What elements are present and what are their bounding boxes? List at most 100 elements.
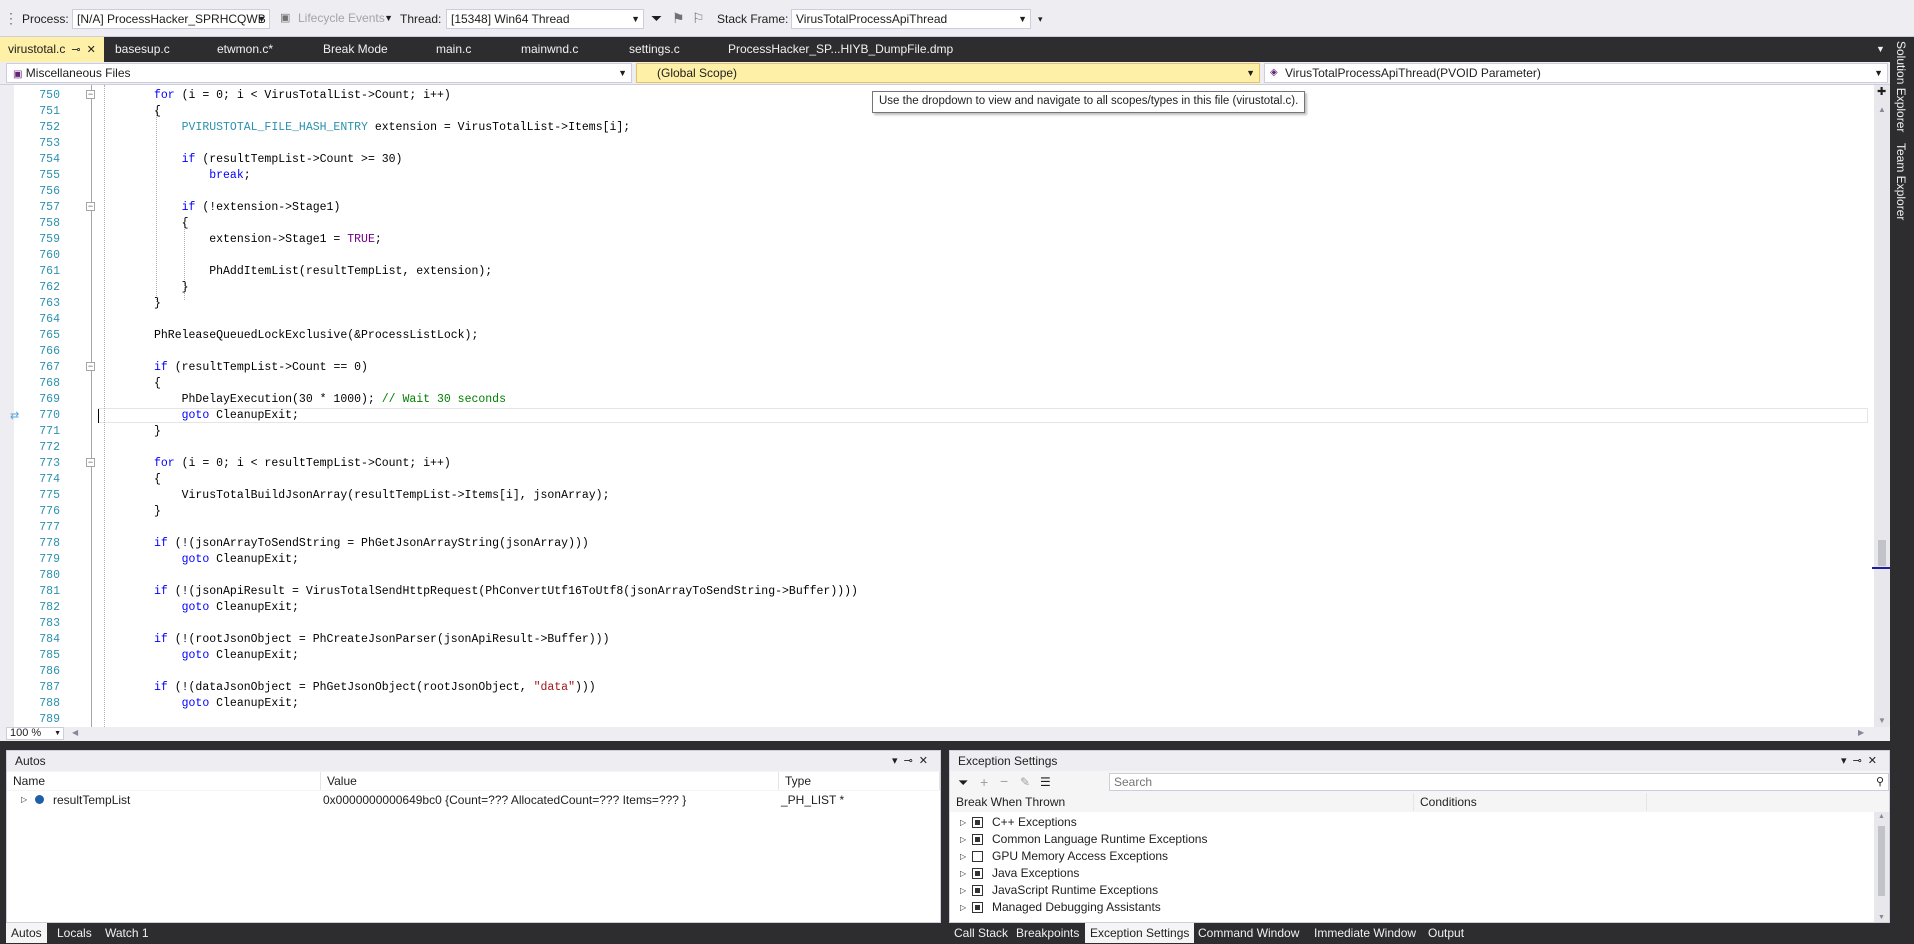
scroll-left-icon[interactable]: ◀ — [72, 728, 78, 737]
toolbar-overflow-icon[interactable]: ▾ — [1038, 14, 1043, 25]
expand-icon[interactable]: ▷ — [21, 791, 27, 809]
exception-label: Common Language Runtime Exceptions — [992, 832, 1208, 846]
exception-checkbox[interactable] — [972, 834, 983, 845]
column-header-break-when-thrown[interactable]: Break When Thrown — [950, 793, 1414, 811]
column-header-name[interactable]: Name — [7, 772, 321, 790]
tab-watch-1[interactable]: Watch 1 — [100, 923, 154, 943]
tab-exception-settings[interactable]: Exception Settings — [1085, 923, 1195, 943]
tab-locals[interactable]: Locals — [52, 923, 97, 943]
column-header-type[interactable]: Type — [779, 772, 940, 790]
exception-list-scrollbar[interactable]: ▲ ▼ — [1874, 812, 1889, 922]
line-number: 785 — [39, 649, 60, 662]
column-header-value[interactable]: Value — [321, 772, 779, 790]
collapse-icon[interactable]: − — [86, 202, 95, 211]
line-number: 780 — [39, 569, 60, 582]
solution-explorer-tab[interactable]: Solution Explorer — [1894, 41, 1908, 132]
exception-search-input[interactable]: ⚲ — [1109, 773, 1889, 791]
editor-vertical-scrollbar[interactable]: ✚ ▲ ▼ — [1874, 85, 1890, 727]
edit-conditions-icon[interactable]: ✎ — [1020, 775, 1030, 789]
split-icon[interactable]: ✚ — [1877, 85, 1886, 98]
window-position-icon[interactable]: ▾ — [892, 755, 904, 767]
tab-label: Break Mode — [323, 42, 388, 56]
list-item[interactable]: ▷ GPU Memory Access Exceptions — [950, 848, 1874, 865]
tab-label: main.c — [436, 42, 472, 56]
tab-breakpoints[interactable]: Breakpoints — [1011, 923, 1084, 943]
scroll-up-icon[interactable]: ▲ — [1878, 813, 1885, 820]
tab-output[interactable]: Output — [1423, 923, 1469, 943]
exception-checkbox[interactable] — [972, 851, 983, 862]
scroll-down-icon[interactable]: ▼ — [1878, 914, 1885, 921]
tab-dumpfile[interactable]: ProcessHacker_SP...HIYB_DumpFile.dmp — [728, 37, 953, 62]
scroll-down-icon[interactable]: ▼ — [1878, 716, 1886, 725]
thread-dropdown[interactable]: [15348] Win64 Thread ▼ — [446, 9, 644, 29]
code-line: goto CleanupExit; — [181, 409, 299, 422]
tab-etwmon-c[interactable]: etwmon.c* — [217, 37, 273, 62]
line-number: 765 — [39, 329, 60, 342]
tab-immediate-window[interactable]: Immediate Window — [1309, 923, 1421, 943]
show-flagged-icon[interactable]: ⚐ — [692, 10, 705, 27]
list-item[interactable]: ▷ Managed Debugging Assistants — [950, 899, 1874, 916]
project-dropdown[interactable]: ▣ Miscellaneous Files ▼ — [6, 63, 632, 83]
filter-icon[interactable]: ⏷ — [651, 10, 662, 27]
member-dropdown[interactable]: ◈ VirusTotalProcessApiThread(PVOID Param… — [1264, 63, 1888, 83]
tab-virustotal-c[interactable]: virustotal.c ⊸ ✕ — [0, 37, 104, 62]
tab-main-c[interactable]: main.c — [436, 37, 471, 62]
filter-icon[interactable]: ⏷ — [958, 775, 968, 791]
lifecycle-events-dropdown[interactable]: Lifecycle Events ▼ — [294, 9, 396, 29]
exception-checkbox[interactable] — [972, 868, 983, 879]
list-item[interactable]: ▷ Java Exceptions — [950, 865, 1874, 882]
collapse-icon[interactable]: − — [86, 458, 95, 467]
exception-search-field[interactable] — [1114, 775, 1854, 789]
flag-threads-icon[interactable]: ⚑ — [672, 10, 685, 27]
team-explorer-tab[interactable]: Team Explorer — [1894, 143, 1908, 220]
pin-icon[interactable]: ⊸ — [71, 44, 80, 56]
exception-checkbox[interactable] — [972, 885, 983, 896]
scroll-thumb[interactable] — [1878, 826, 1885, 896]
tab-command-window[interactable]: Command Window — [1193, 923, 1304, 943]
column-header-conditions[interactable]: Conditions — [1414, 793, 1647, 811]
remove-icon[interactable]: − — [1000, 773, 1008, 789]
exception-checkbox[interactable] — [972, 817, 983, 828]
code-line: if (!extension->Stage1) — [181, 201, 341, 214]
tab-call-stack[interactable]: Call Stack — [949, 923, 1013, 943]
scroll-thumb[interactable] — [1878, 540, 1886, 566]
scroll-right-icon[interactable]: ▶ — [1858, 728, 1864, 737]
list-item[interactable]: ▷ C++ Exceptions — [950, 814, 1874, 831]
zoom-dropdown[interactable]: 100 % ▼ — [6, 727, 64, 740]
scroll-up-icon[interactable]: ▲ — [1878, 105, 1886, 114]
close-icon[interactable]: ✕ — [919, 755, 934, 767]
expand-icon[interactable]: ▷ — [960, 865, 966, 882]
pin-icon[interactable]: ⊸ — [904, 755, 919, 767]
expand-icon[interactable]: ▷ — [960, 814, 966, 831]
window-position-icon[interactable]: ▾ — [1841, 755, 1853, 767]
stack-frame-dropdown[interactable]: VirusTotalProcessApiThread ▼ — [791, 9, 1031, 29]
close-icon[interactable]: ✕ — [87, 44, 96, 56]
tab-settings-c[interactable]: settings.c — [629, 37, 680, 62]
add-icon[interactable]: + — [980, 774, 988, 790]
autos-row-value[interactable]: 0x0000000000649bc0 {Count=??? AllocatedC… — [323, 791, 686, 809]
collapse-icon[interactable]: − — [86, 362, 95, 371]
autos-row-type: _PH_LIST * — [781, 793, 845, 807]
scope-dropdown[interactable]: (Global Scope) ▼ — [636, 63, 1260, 83]
line-number: 751 — [39, 105, 60, 118]
tab-autos[interactable]: Autos — [6, 923, 47, 943]
expand-icon[interactable]: ▷ — [960, 882, 966, 899]
restore-defaults-icon[interactable]: ☰ — [1040, 775, 1051, 789]
tab-mainwnd-c[interactable]: mainwnd.c — [521, 37, 578, 62]
pin-icon[interactable]: ⊸ — [1853, 755, 1868, 767]
expand-icon[interactable]: ▷ — [960, 899, 966, 916]
search-icon[interactable]: ⚲ — [1876, 775, 1884, 788]
tab-basesup-c[interactable]: basesup.c — [115, 37, 170, 62]
table-row[interactable]: ▷ resultTempList 0x0000000000649bc0 {Cou… — [7, 791, 940, 809]
close-icon[interactable]: ✕ — [1868, 755, 1883, 767]
exception-checkbox[interactable] — [972, 902, 983, 913]
process-dropdown[interactable]: [N/A] ProcessHacker_SPRHCQWB ▼ — [72, 9, 270, 29]
list-item[interactable]: ▷ Common Language Runtime Exceptions — [950, 831, 1874, 848]
code-editor[interactable] — [0, 85, 1874, 727]
collapse-icon[interactable]: − — [86, 90, 95, 99]
expand-icon[interactable]: ▷ — [960, 831, 966, 848]
expand-icon[interactable]: ▷ — [960, 848, 966, 865]
tab-break-mode[interactable]: Break Mode — [323, 37, 388, 62]
tab-overflow-icon[interactable]: ▼ — [1876, 37, 1885, 62]
list-item[interactable]: ▷ JavaScript Runtime Exceptions — [950, 882, 1874, 899]
